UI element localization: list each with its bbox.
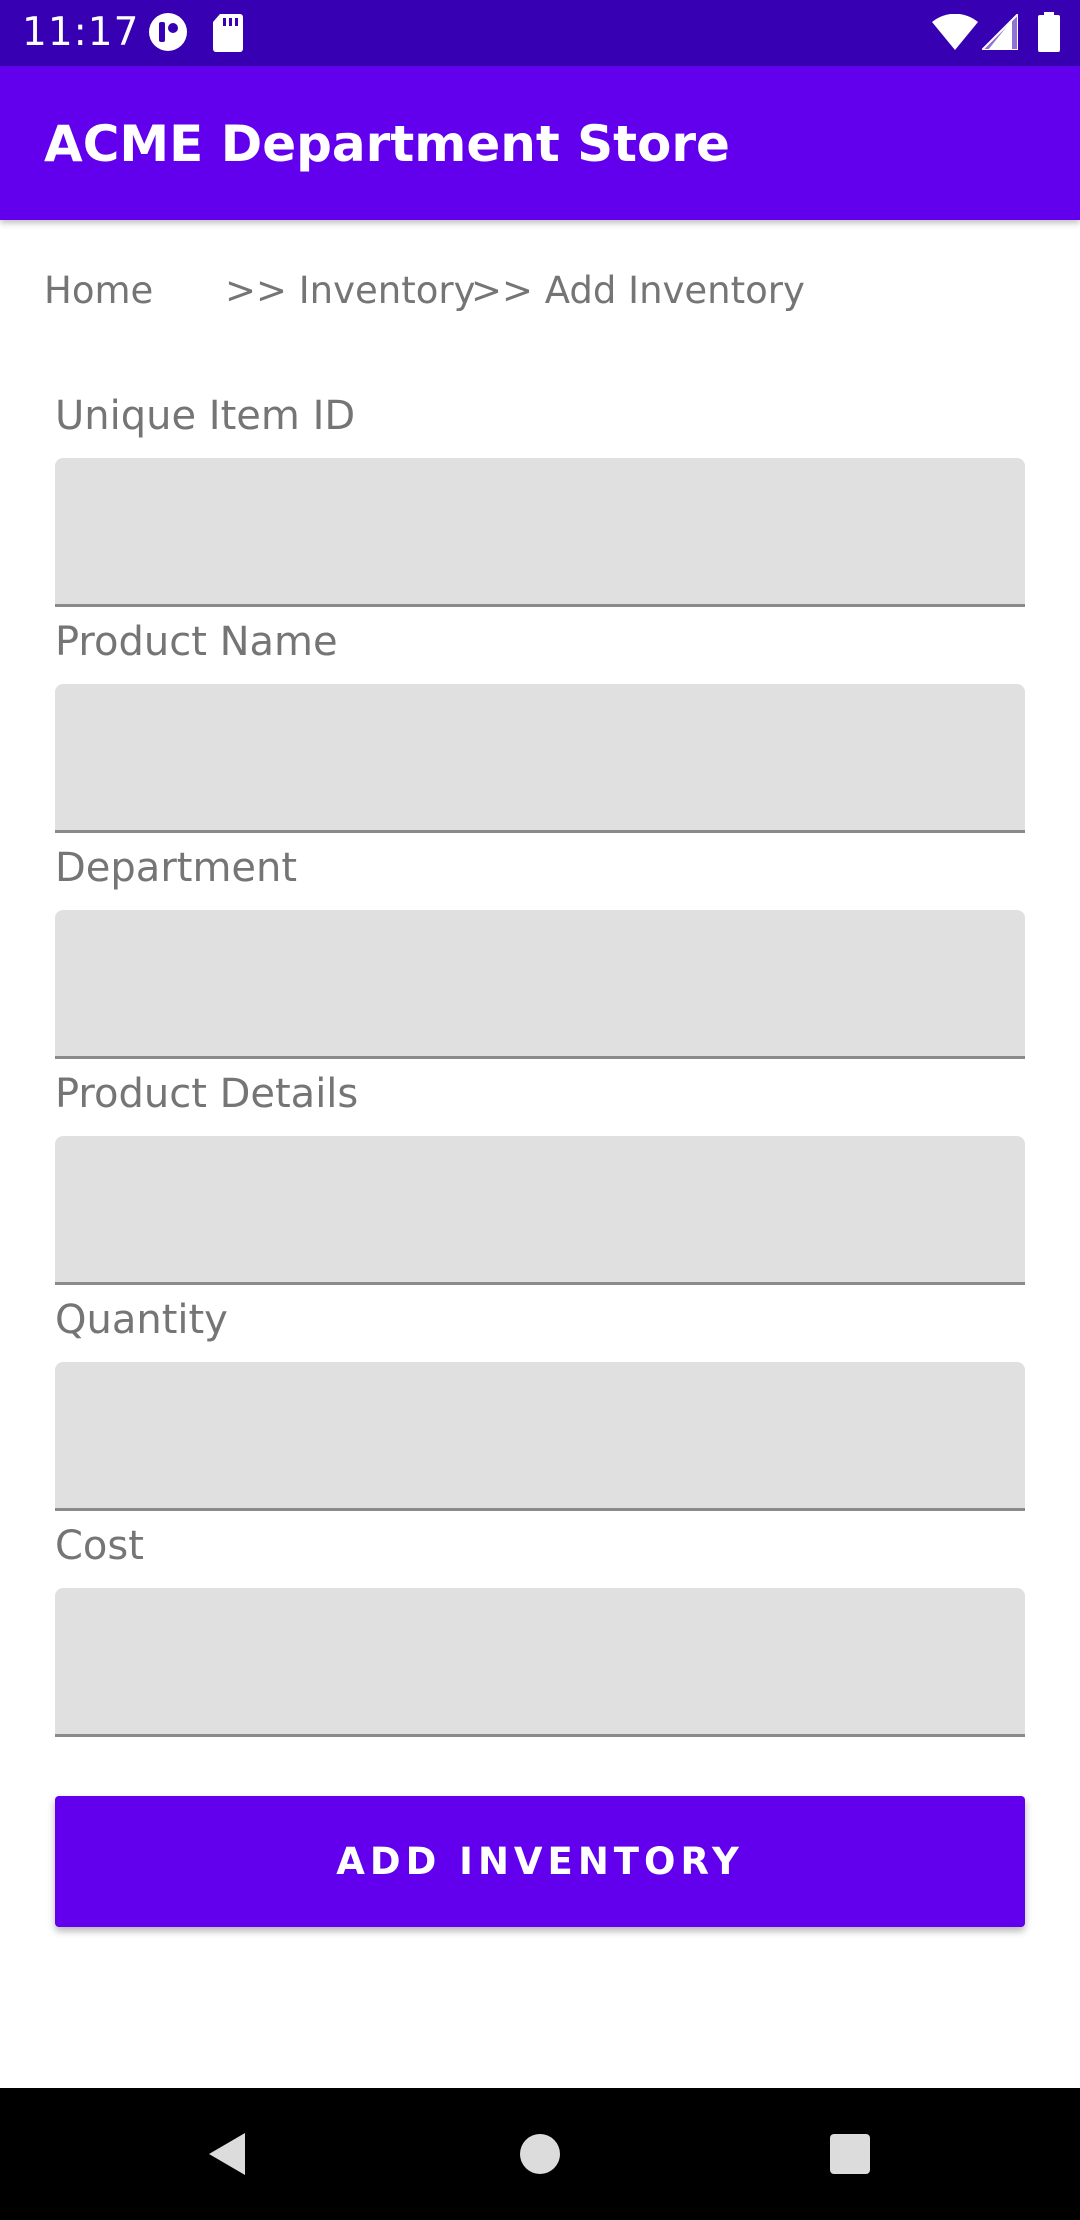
cost-label: Cost bbox=[55, 1523, 144, 1569]
unique-item-id-input[interactable] bbox=[55, 458, 1025, 607]
product-name-label: Product Name bbox=[55, 619, 338, 665]
unique-item-id-label: Unique Item ID bbox=[55, 393, 356, 439]
department-input[interactable] bbox=[55, 910, 1025, 1059]
status-bar: 11:17 bbox=[0, 0, 1080, 66]
department-label: Department bbox=[55, 845, 298, 891]
quantity-input[interactable] bbox=[55, 1362, 1025, 1511]
quantity-label: Quantity bbox=[55, 1297, 228, 1343]
add-inventory-button[interactable]: ADD INVENTORY bbox=[55, 1796, 1025, 1927]
sd-card-icon bbox=[212, 12, 244, 56]
breadcrumb-inventory[interactable]: >> Inventory bbox=[225, 266, 476, 316]
home-icon[interactable] bbox=[500, 2114, 580, 2194]
navigation-bar bbox=[0, 2088, 1080, 2220]
product-details-input[interactable] bbox=[55, 1136, 1025, 1285]
breadcrumb-add-inventory[interactable]: >> Add Inventory bbox=[471, 266, 805, 316]
back-icon[interactable] bbox=[186, 2114, 266, 2194]
status-time: 11:17 bbox=[22, 10, 140, 55]
app-bar: ACME Department Store bbox=[0, 66, 1080, 220]
wifi-icon bbox=[932, 13, 978, 54]
product-details-label: Product Details bbox=[55, 1071, 359, 1117]
breadcrumb-home[interactable]: Home bbox=[44, 266, 153, 316]
notification-app-icon bbox=[148, 12, 188, 56]
recents-icon[interactable] bbox=[810, 2114, 890, 2194]
product-name-input[interactable] bbox=[55, 684, 1025, 833]
app-title: ACME Department Store bbox=[44, 115, 730, 173]
battery-icon bbox=[1038, 12, 1060, 56]
cellular-signal-icon bbox=[979, 11, 1019, 54]
cost-input[interactable] bbox=[55, 1588, 1025, 1737]
